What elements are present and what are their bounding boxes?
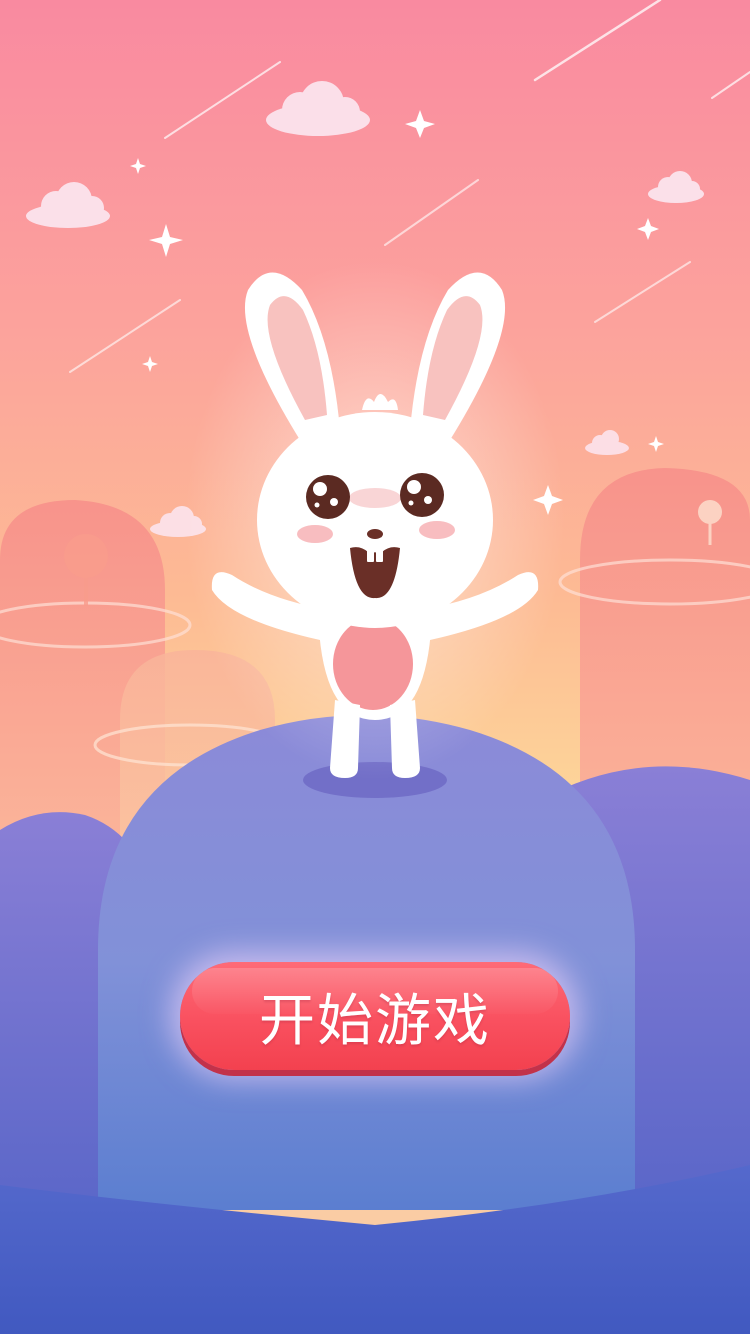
- bunny-left-eye: [306, 475, 350, 519]
- cloud-icon: [585, 430, 629, 455]
- bunny-left-leg: [330, 700, 360, 778]
- bunny-right-leg: [390, 700, 420, 778]
- cloud-icon: [648, 171, 704, 203]
- start-game-label: 开始游戏: [259, 988, 491, 1054]
- bunny-right-eye: [400, 473, 444, 517]
- cloud-icon: [26, 182, 110, 228]
- bunny-belly: [333, 618, 413, 710]
- start-game-button[interactable]: 开始游戏: [180, 962, 570, 1070]
- bunny-nose: [367, 529, 383, 539]
- background-scenery: [0, 0, 750, 1334]
- game-start-screen: 开始游戏: [0, 0, 750, 1334]
- cloud-icon: [266, 81, 370, 136]
